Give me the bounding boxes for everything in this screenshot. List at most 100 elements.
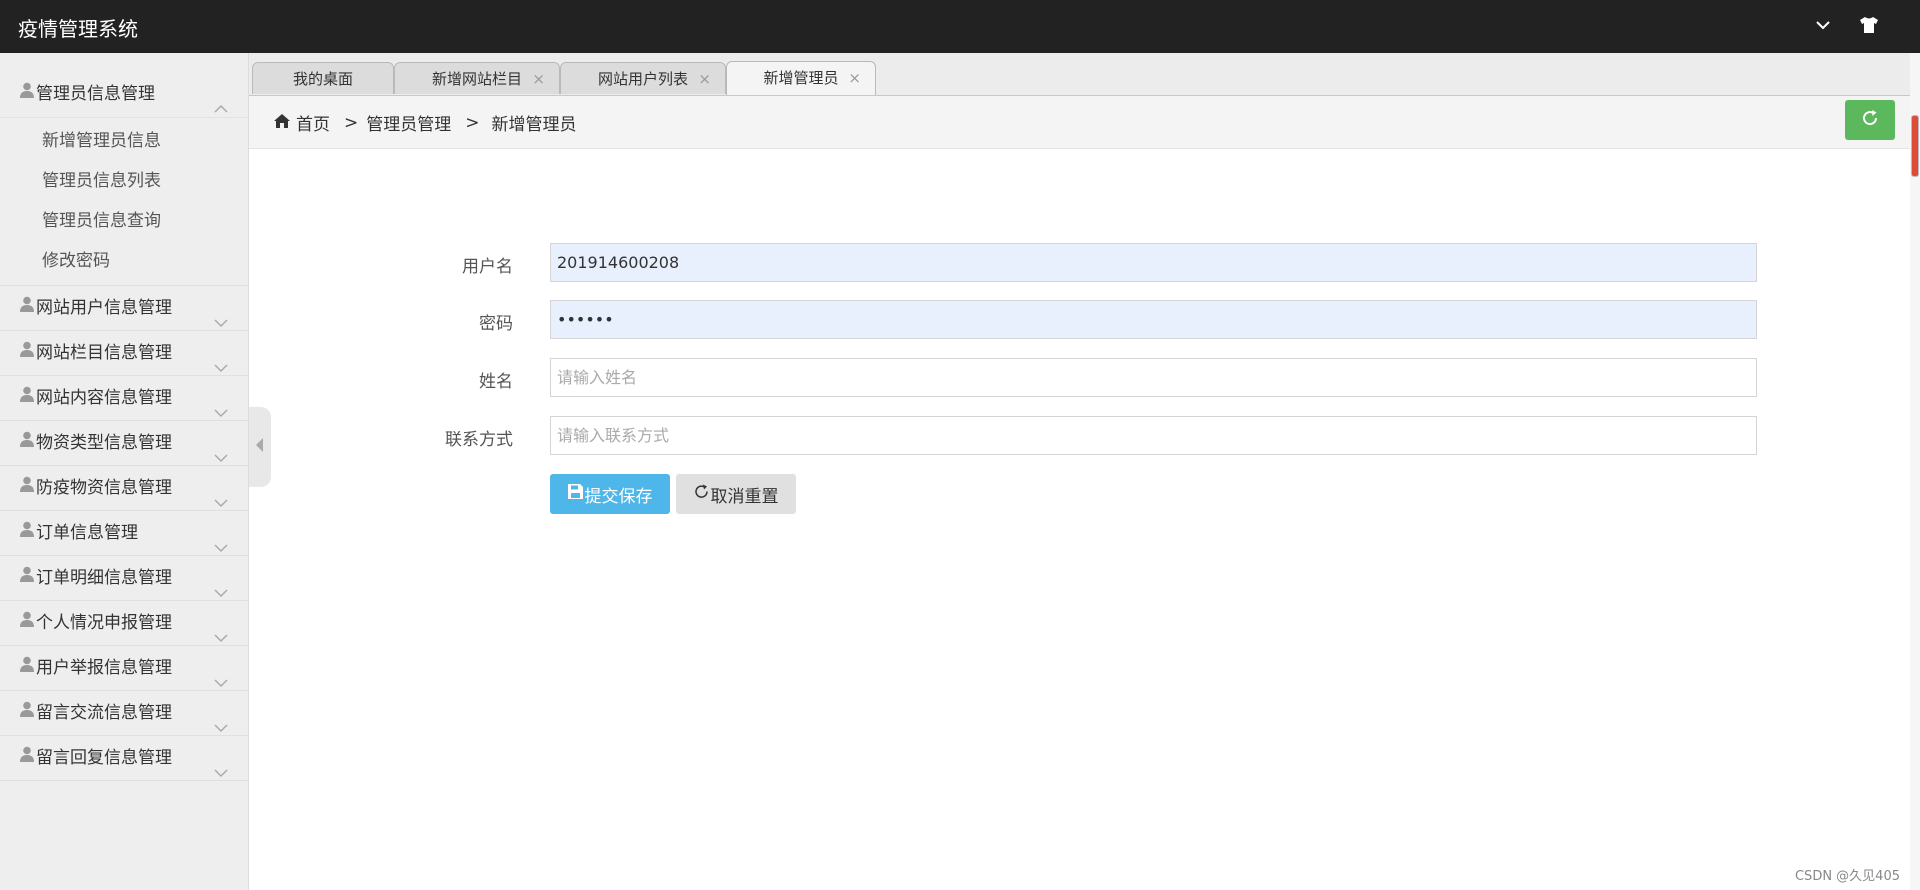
submenu-admin: 新增管理员信息 管理员信息列表 管理员信息查询 修改密码 [0,117,248,285]
reset-label: 取消重置 [710,486,779,507]
menu-label: 网站栏目信息管理 [36,343,172,363]
watermark: CSDN @久见405 [1794,869,1900,884]
menu-label: 订单明细信息管理 [36,568,172,588]
tab-label: 网站用户列表 [597,70,688,88]
close-icon[interactable]: × [532,63,545,95]
form-row-contact: 联系方式 [249,416,1920,456]
contact-label: 联系方式 [445,430,513,450]
form-row-password: 密码 [249,300,1920,340]
contact-input[interactable] [550,416,1757,455]
menu-group: 个人情况申报管理 [0,601,248,646]
save-label: 提交保存 [584,486,653,507]
user-icon [20,690,34,734]
menu-label: 个人情况申报管理 [36,613,172,633]
menu-group: 订单明细信息管理 [0,556,248,601]
refresh-button[interactable] [1845,100,1895,140]
menu-label: 防疫物资信息管理 [36,478,172,498]
menu-group: 留言交流信息管理 [0,691,248,736]
user-icon [20,510,34,554]
tab-bar: 我的桌面 新增网站栏目 × 网站用户列表 × 新增管理员 × [249,53,1920,96]
refresh-icon [1861,109,1879,132]
tab-label: 新增网站栏目 [431,70,522,88]
chevron-up-icon [214,86,228,132]
breadcrumb-level2: 新增管理员 [491,115,577,135]
user-icon [20,375,34,419]
form-actions: 提交保存 取消重置 [249,474,1920,514]
breadcrumb-separator: > [465,112,480,133]
tab-add-column[interactable]: 新增网站栏目 × [394,62,560,94]
menu-group: 订单信息管理 [0,511,248,556]
menu-head[interactable]: 留言回复信息管理 [0,736,248,780]
menu-group-admin: 管理员信息管理 新增管理员信息 管理员信息列表 管理员信息查询 修改密码 [0,71,248,286]
home-icon [274,113,290,133]
password-label: 密码 [479,314,513,334]
user-icon [20,70,34,116]
sidebar: 管理员信息管理 新增管理员信息 管理员信息列表 管理员信息查询 修改密码 网站用… [0,53,249,890]
menu-head[interactable]: 个人情况申报管理 [0,601,248,645]
menu-label: 留言交流信息管理 [36,703,172,723]
save-button[interactable]: 提交保存 [550,474,670,514]
menu-group: 防疫物资信息管理 [0,466,248,511]
name-input[interactable] [550,358,1757,397]
breadcrumb-home[interactable]: 首页 [296,110,330,135]
menu-head[interactable]: 网站内容信息管理 [0,376,248,420]
close-icon[interactable]: × [848,62,861,94]
app-title: 疫情管理系统 [18,17,138,41]
password-input[interactable] [550,300,1757,339]
form-row-username: 用户名 [249,243,1920,283]
submenu-item-admin-query[interactable]: 管理员信息查询 [0,201,248,241]
breadcrumb: 首页 > 管理员管理 > 新增管理员 [274,110,577,135]
user-icon [20,735,34,779]
menu-head[interactable]: 网站栏目信息管理 [0,331,248,375]
tshirt-icon[interactable] [1858,14,1880,36]
user-icon [20,330,34,374]
chevron-down-icon[interactable] [1814,14,1832,36]
menu-label: 留言回复信息管理 [36,748,172,768]
menu-head[interactable]: 订单明细信息管理 [0,556,248,600]
username-input[interactable] [550,243,1757,282]
tab-label: 我的桌面 [292,70,353,88]
reset-icon [694,484,709,504]
close-icon[interactable]: × [698,63,711,95]
username-label: 用户名 [462,257,513,277]
menu-label: 网站内容信息管理 [36,388,172,408]
menu-head[interactable]: 订单信息管理 [0,511,248,555]
menu-label: 物资类型信息管理 [36,433,172,453]
submenu-item-change-password[interactable]: 修改密码 [0,241,248,281]
scrollbar-thumb[interactable] [1911,115,1919,177]
menu-head[interactable]: 留言交流信息管理 [0,691,248,735]
tab-user-list[interactable]: 网站用户列表 × [560,62,726,94]
main-area: 我的桌面 新增网站栏目 × 网站用户列表 × 新增管理员 × 首页 > 管理员管… [249,53,1920,890]
menu-label: 用户举报信息管理 [36,658,172,678]
menu-group: 用户举报信息管理 [0,646,248,691]
tab-label: 新增管理员 [763,69,839,87]
menu-group: 网站内容信息管理 [0,376,248,421]
menu-head[interactable]: 网站用户信息管理 [0,286,248,330]
tab-add-admin[interactable]: 新增管理员 × [726,61,876,95]
submenu-item-admin-list[interactable]: 管理员信息列表 [0,161,248,201]
menu-label: 订单信息管理 [36,523,138,543]
menu-label: 网站用户信息管理 [36,298,172,318]
tab-desktop[interactable]: 我的桌面 [252,62,394,94]
user-icon [20,285,34,329]
menu-head[interactable]: 防疫物资信息管理 [0,466,248,510]
reset-button[interactable]: 取消重置 [676,474,796,514]
chevron-down-icon [214,751,228,795]
breadcrumb-level1[interactable]: 管理员管理 [366,110,451,135]
top-icons [1814,14,1880,36]
scrollbar[interactable] [1910,53,1920,890]
top-bar: 疫情管理系统 [0,0,1920,53]
menu-head[interactable]: 物资类型信息管理 [0,421,248,465]
menu-head-admin[interactable]: 管理员信息管理 [0,71,248,117]
menu-head[interactable]: 用户举报信息管理 [0,646,248,690]
menu-group: 网站栏目信息管理 [0,331,248,376]
submenu-item-add-admin[interactable]: 新增管理员信息 [0,121,248,161]
name-label: 姓名 [479,372,513,392]
menu-group: 物资类型信息管理 [0,421,248,466]
breadcrumb-separator: > [344,112,359,133]
menu-group: 留言回复信息管理 [0,736,248,781]
save-icon [567,484,583,504]
menu-label: 管理员信息管理 [36,84,155,104]
user-icon [20,555,34,599]
menu-group: 网站用户信息管理 [0,286,248,331]
